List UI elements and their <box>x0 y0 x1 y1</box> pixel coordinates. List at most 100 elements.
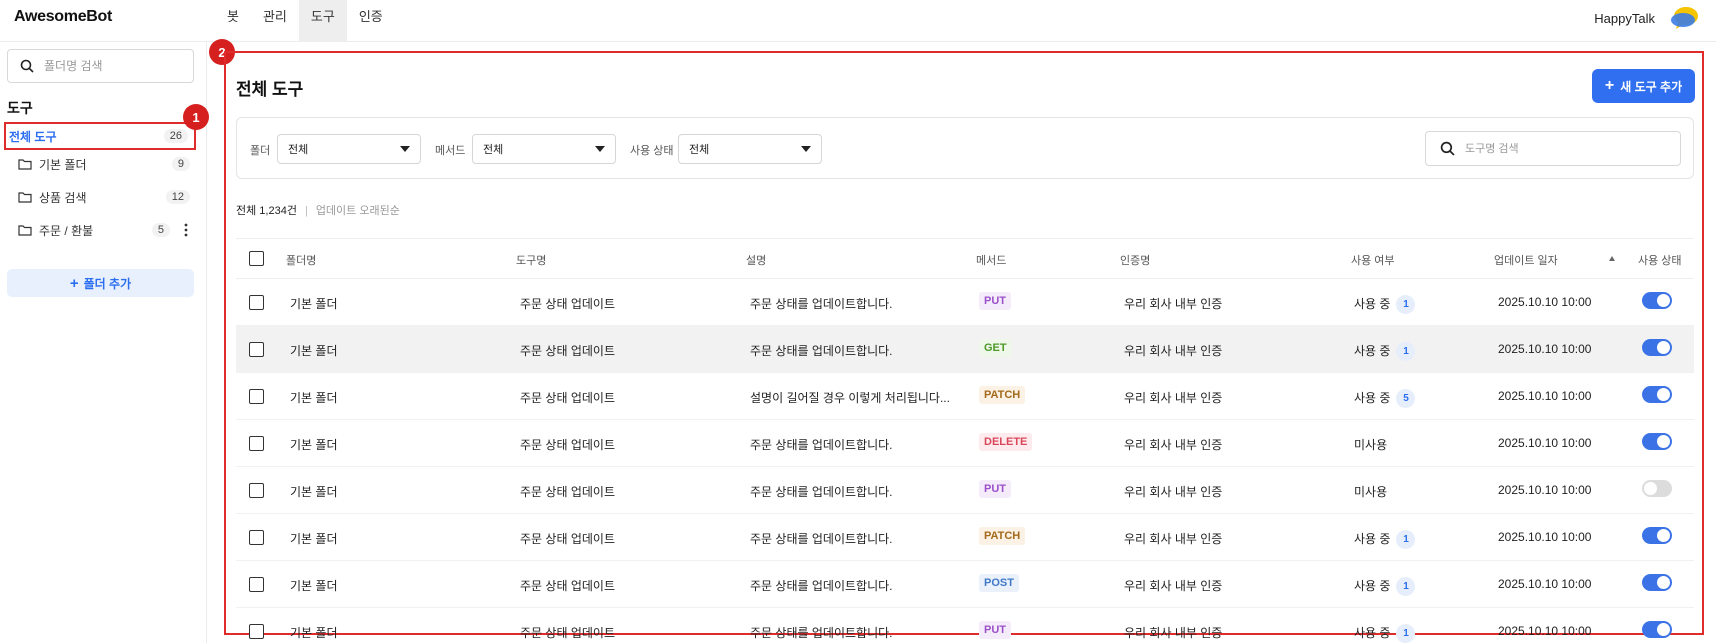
row-checkbox[interactable] <box>249 624 264 639</box>
add-folder-button[interactable]: + 폴더 추가 <box>7 269 194 297</box>
select-all-checkbox[interactable] <box>249 251 264 266</box>
chat-bubble-icon[interactable] <box>1670 4 1700 32</box>
status-toggle[interactable] <box>1642 574 1672 591</box>
cell-folder: 기본 폴더 <box>290 391 338 405</box>
usage-count-badge[interactable]: 1 <box>1396 530 1416 550</box>
column-header-folder[interactable]: 폴더명 <box>286 252 316 268</box>
column-header-tool[interactable]: 도구명 <box>516 252 546 268</box>
annotation-marker-1: 1 <box>183 104 209 130</box>
cell-updated-date: 2025.10.10 10:00 <box>1498 295 1592 309</box>
folder-search[interactable] <box>7 49 194 83</box>
cell-auth-name: 우리 회사 내부 인증 <box>1124 344 1223 358</box>
status-toggle[interactable] <box>1642 339 1672 356</box>
tool-search-input[interactable] <box>1465 142 1665 155</box>
cell-tool-name[interactable]: 주문 상태 업데이트 <box>520 436 615 453</box>
row-checkbox[interactable] <box>249 577 264 592</box>
sort-ascending-icon[interactable] <box>1609 256 1615 261</box>
nav-bot[interactable]: 봇 <box>215 0 251 42</box>
cell-description: 주문 상태를 업데이트합니다. <box>750 532 893 546</box>
method-badge: DELETE <box>979 433 1033 451</box>
cell-tool-name[interactable]: 주문 상태 업데이트 <box>520 624 615 641</box>
table-header: 폴더명 도구명 설명 메서드 인증명 사용 여부 업데이트 일자 사용 상태 <box>236 238 1694 279</box>
status-toggle[interactable] <box>1642 621 1672 638</box>
sidebar-folder-order-refund[interactable]: 주문 / 환불 5 <box>4 216 196 244</box>
count-badge: 12 <box>165 190 190 204</box>
sidebar-item-all-tools[interactable]: 전체 도구 26 <box>4 122 196 150</box>
usage-label: 사용 중 <box>1354 297 1391 311</box>
usage-label: 사용 중 <box>1354 532 1391 546</box>
method-badge: GET <box>979 339 1012 357</box>
filter-folder-select[interactable]: 전체 <box>277 134 421 164</box>
sidebar-folder-basic[interactable]: 기본 폴더 9 <box>4 150 196 178</box>
sort-order-link[interactable]: 업데이트 오래된순 <box>316 205 400 217</box>
total-count: 전체 1,234건 <box>236 205 297 217</box>
cell-tool-name[interactable]: 주문 상태 업데이트 <box>520 295 615 312</box>
cell-tool-name[interactable]: 주문 상태 업데이트 <box>520 483 615 500</box>
usage-count-badge[interactable]: 1 <box>1396 577 1416 597</box>
more-vertical-icon[interactable] <box>184 223 188 237</box>
usage-count-badge[interactable]: 1 <box>1396 342 1416 362</box>
table-row[interactable]: 기본 폴더 주문 상태 업데이트 주문 상태를 업데이트합니다. GET 우리 회사 내… <box>236 326 1694 373</box>
cell-auth-name: 우리 회사 내부 인증 <box>1124 297 1223 311</box>
cell-usage: 사용 중 1 <box>1354 577 1416 597</box>
usage-count-badge[interactable]: 5 <box>1396 389 1416 409</box>
table-row[interactable]: 기본 폴더 주문 상태 업데이트 주문 상태를 업데이트합니다. PATCH 우리 회사… <box>236 514 1694 561</box>
column-header-auth[interactable]: 인증명 <box>1120 252 1150 268</box>
table-row[interactable]: 기본 폴더 주문 상태 업데이트 주문 상태를 업데이트합니다. PUT 우리 회사 내… <box>236 467 1694 514</box>
account-name[interactable]: HappyTalk <box>1594 11 1655 26</box>
toggle-knob <box>1657 435 1670 448</box>
app-logo[interactable]: AwesomeBot <box>14 8 112 26</box>
page-title: 전체 도구 <box>236 80 304 99</box>
nav-auth[interactable]: 인증 <box>347 0 395 42</box>
usage-count-badge[interactable]: 1 <box>1396 624 1416 643</box>
cell-auth-name: 우리 회사 내부 인증 <box>1124 579 1223 593</box>
table-row[interactable]: 기본 폴더 주문 상태 업데이트 주문 상태를 업데이트합니다. POST 우리 회사 … <box>236 561 1694 608</box>
table-row[interactable]: 기본 폴더 주문 상태 업데이트 주문 상태를 업데이트합니다. PUT 우리 회사 내… <box>236 279 1694 326</box>
cell-tool-name[interactable]: 주문 상태 업데이트 <box>520 530 615 547</box>
row-checkbox[interactable] <box>249 483 264 498</box>
cell-tool-name[interactable]: 주문 상태 업데이트 <box>520 389 615 406</box>
folder-search-input[interactable] <box>44 59 184 73</box>
sidebar-folder-product-search[interactable]: 상품 검색 12 <box>4 183 196 211</box>
cell-description: 주문 상태를 업데이트합니다. <box>750 344 893 358</box>
column-header-method[interactable]: 메서드 <box>976 252 1006 268</box>
add-tool-button[interactable]: + 새 도구 추가 <box>1592 69 1695 103</box>
column-header-description[interactable]: 설명 <box>746 252 766 268</box>
toggle-knob <box>1657 341 1670 354</box>
table-row[interactable]: 기본 폴더 주문 상태 업데이트 설명이 길어질 경우 이렇게 처리됩니다... PA… <box>236 373 1694 420</box>
add-tool-label: 새 도구 추가 <box>1620 79 1683 94</box>
cell-tool-name[interactable]: 주문 상태 업데이트 <box>520 342 615 359</box>
cell-usage: 미사용 <box>1354 483 1387 500</box>
row-checkbox[interactable] <box>249 436 264 451</box>
status-toggle[interactable] <box>1642 527 1672 544</box>
status-toggle[interactable] <box>1642 480 1672 497</box>
status-toggle[interactable] <box>1642 386 1672 403</box>
folder-name: 상품 검색 <box>39 190 87 205</box>
column-header-status[interactable]: 사용 상태 <box>1638 252 1682 268</box>
row-checkbox[interactable] <box>249 342 264 357</box>
cell-tool-name[interactable]: 주문 상태 업데이트 <box>520 577 615 594</box>
row-checkbox[interactable] <box>249 389 264 404</box>
usage-label: 사용 중 <box>1354 579 1391 593</box>
folder-icon <box>18 225 32 236</box>
status-toggle[interactable] <box>1642 292 1672 309</box>
method-badge: PUT <box>979 480 1011 498</box>
nav-manage[interactable]: 관리 <box>251 0 299 42</box>
status-toggle[interactable] <box>1642 433 1672 450</box>
cell-updated-date: 2025.10.10 10:00 <box>1498 436 1592 450</box>
cell-usage: 사용 중 5 <box>1354 389 1416 409</box>
column-header-usage[interactable]: 사용 여부 <box>1351 252 1395 268</box>
column-header-updated[interactable]: 업데이트 일자 <box>1494 252 1558 268</box>
row-checkbox[interactable] <box>249 295 264 310</box>
tool-search[interactable] <box>1425 131 1681 166</box>
row-checkbox[interactable] <box>249 530 264 545</box>
usage-count-badge[interactable]: 1 <box>1396 295 1416 315</box>
filter-status-select[interactable]: 전체 <box>678 134 822 164</box>
table-row[interactable]: 기본 폴더 주문 상태 업데이트 주문 상태를 업데이트합니다. PUT 우리 회사 내… <box>236 608 1694 643</box>
usage-label: 사용 중 <box>1354 344 1391 358</box>
filter-method-select[interactable]: 전체 <box>472 134 616 164</box>
table-row[interactable]: 기본 폴더 주문 상태 업데이트 주문 상태를 업데이트합니다. DELETE 우리 회… <box>236 420 1694 467</box>
cell-updated-date: 2025.10.10 10:00 <box>1498 389 1592 403</box>
nav-tools[interactable]: 도구 <box>298 0 347 42</box>
toggle-knob <box>1644 482 1657 495</box>
